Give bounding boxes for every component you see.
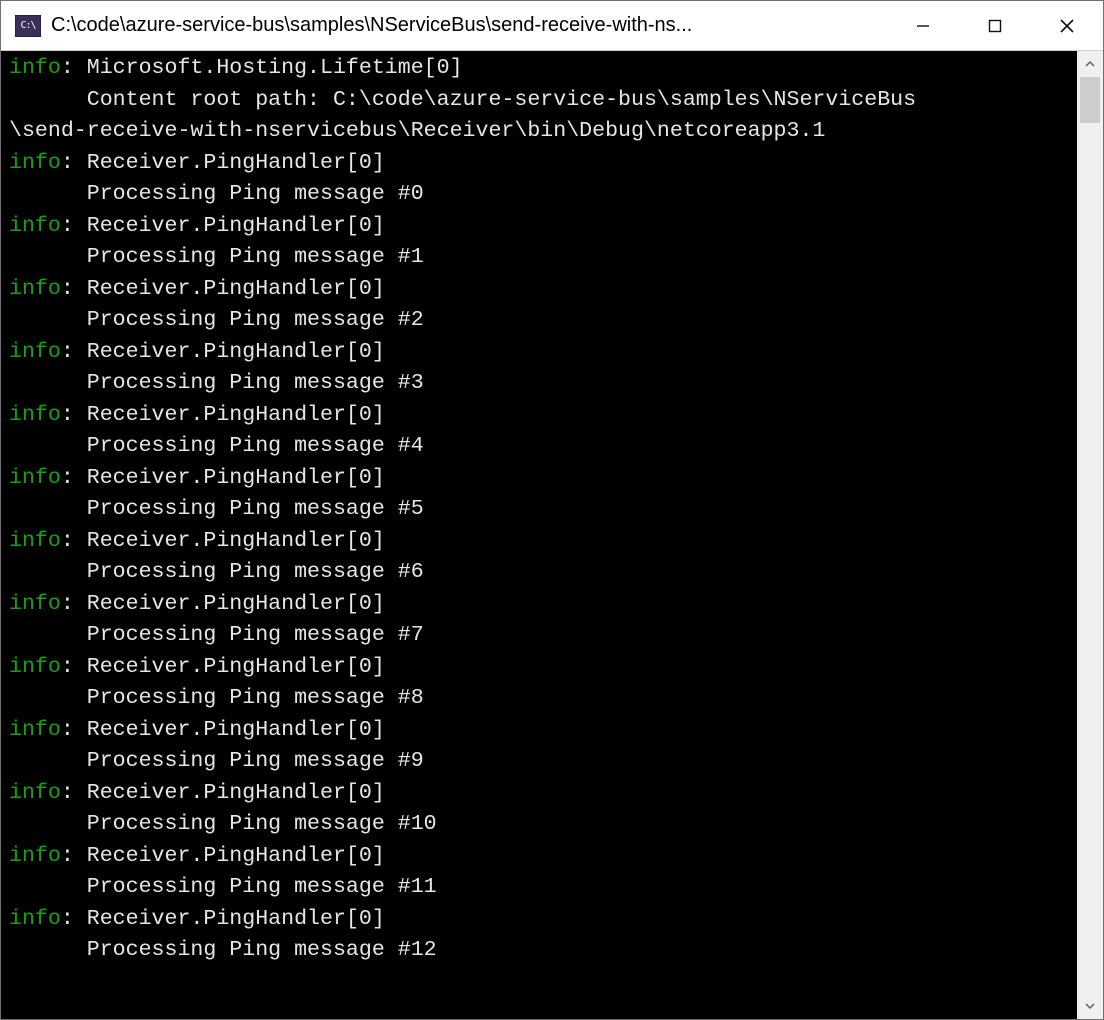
window-title: C:\code\azure-service-bus\samples\NServi… bbox=[51, 14, 887, 37]
log-line: info: Receiver.PingHandler[0] bbox=[9, 652, 1077, 684]
log-level: info bbox=[9, 592, 61, 616]
maximize-icon bbox=[987, 18, 1003, 34]
log-source: : Receiver.PingHandler[0] bbox=[61, 907, 385, 931]
log-line: info: Receiver.PingHandler[0] bbox=[9, 589, 1077, 621]
log-level: info bbox=[9, 718, 61, 742]
log-line: Processing Ping message #5 bbox=[9, 494, 1077, 526]
log-message: Content root path: C:\code\azure-service… bbox=[9, 88, 916, 112]
log-line: info: Receiver.PingHandler[0] bbox=[9, 463, 1077, 495]
log-line: Processing Ping message #11 bbox=[9, 872, 1077, 904]
log-message: Processing Ping message #11 bbox=[9, 875, 437, 899]
log-source: : Receiver.PingHandler[0] bbox=[61, 529, 385, 553]
log-source: : Receiver.PingHandler[0] bbox=[61, 466, 385, 490]
window-controls bbox=[887, 1, 1103, 50]
log-line: Processing Ping message #6 bbox=[9, 557, 1077, 589]
log-line: info: Receiver.PingHandler[0] bbox=[9, 211, 1077, 243]
log-source: : Receiver.PingHandler[0] bbox=[61, 718, 385, 742]
app-icon-label: C:\ bbox=[20, 20, 35, 31]
log-message: Processing Ping message #12 bbox=[9, 938, 437, 962]
log-line: Processing Ping message #9 bbox=[9, 746, 1077, 778]
log-source: : Receiver.PingHandler[0] bbox=[61, 781, 385, 805]
log-message: Processing Ping message #3 bbox=[9, 371, 424, 395]
log-line: info: Receiver.PingHandler[0] bbox=[9, 904, 1077, 936]
log-level: info bbox=[9, 151, 61, 175]
log-level: info bbox=[9, 403, 61, 427]
scroll-up-button[interactable] bbox=[1077, 51, 1103, 77]
log-message: Processing Ping message #1 bbox=[9, 245, 424, 269]
log-message: Processing Ping message #5 bbox=[9, 497, 424, 521]
log-level: info bbox=[9, 907, 61, 931]
log-line: Processing Ping message #7 bbox=[9, 620, 1077, 652]
log-line: Content root path: C:\code\azure-service… bbox=[9, 85, 1077, 117]
log-level: info bbox=[9, 56, 61, 80]
log-line: Processing Ping message #8 bbox=[9, 683, 1077, 715]
log-source: : Receiver.PingHandler[0] bbox=[61, 844, 385, 868]
log-line: info: Receiver.PingHandler[0] bbox=[9, 148, 1077, 180]
log-message: Processing Ping message #10 bbox=[9, 812, 437, 836]
terminal-output[interactable]: info: Microsoft.Hosting.Lifetime[0] Cont… bbox=[1, 51, 1077, 1019]
log-level: info bbox=[9, 781, 61, 805]
scroll-track[interactable] bbox=[1077, 77, 1103, 993]
log-line: Processing Ping message #3 bbox=[9, 368, 1077, 400]
log-level: info bbox=[9, 277, 61, 301]
log-line: Processing Ping message #10 bbox=[9, 809, 1077, 841]
log-message: Processing Ping message #4 bbox=[9, 434, 424, 458]
log-line: Processing Ping message #4 bbox=[9, 431, 1077, 463]
chevron-up-icon bbox=[1084, 58, 1096, 70]
log-message: Processing Ping message #8 bbox=[9, 686, 424, 710]
log-line: info: Microsoft.Hosting.Lifetime[0] bbox=[9, 53, 1077, 85]
minimize-button[interactable] bbox=[887, 1, 959, 50]
log-line: info: Receiver.PingHandler[0] bbox=[9, 715, 1077, 747]
log-line: Processing Ping message #12 bbox=[9, 935, 1077, 967]
log-line: info: Receiver.PingHandler[0] bbox=[9, 274, 1077, 306]
log-level: info bbox=[9, 655, 61, 679]
log-line: info: Receiver.PingHandler[0] bbox=[9, 526, 1077, 558]
log-source: : Microsoft.Hosting.Lifetime[0] bbox=[61, 56, 463, 80]
scroll-thumb[interactable] bbox=[1080, 77, 1100, 123]
close-icon bbox=[1058, 17, 1076, 35]
log-source: : Receiver.PingHandler[0] bbox=[61, 151, 385, 175]
log-line: info: Receiver.PingHandler[0] bbox=[9, 400, 1077, 432]
log-level: info bbox=[9, 466, 61, 490]
minimize-icon bbox=[915, 18, 931, 34]
app-icon: C:\ bbox=[15, 15, 41, 37]
log-message: Processing Ping message #6 bbox=[9, 560, 424, 584]
log-source: : Receiver.PingHandler[0] bbox=[61, 592, 385, 616]
maximize-button[interactable] bbox=[959, 1, 1031, 50]
log-source: : Receiver.PingHandler[0] bbox=[61, 340, 385, 364]
log-line: info: Receiver.PingHandler[0] bbox=[9, 841, 1077, 873]
log-message: Processing Ping message #7 bbox=[9, 623, 424, 647]
log-source: : Receiver.PingHandler[0] bbox=[61, 655, 385, 679]
log-line: info: Receiver.PingHandler[0] bbox=[9, 337, 1077, 369]
log-source: : Receiver.PingHandler[0] bbox=[61, 403, 385, 427]
log-source: : Receiver.PingHandler[0] bbox=[61, 277, 385, 301]
log-level: info bbox=[9, 844, 61, 868]
log-source: : Receiver.PingHandler[0] bbox=[61, 214, 385, 238]
log-message: Processing Ping message #0 bbox=[9, 182, 424, 206]
chevron-down-icon bbox=[1084, 1000, 1096, 1012]
log-level: info bbox=[9, 340, 61, 364]
log-level: info bbox=[9, 214, 61, 238]
log-message: \send-receive-with-nservicebus\Receiver\… bbox=[9, 119, 825, 143]
close-button[interactable] bbox=[1031, 1, 1103, 50]
log-line: info: Receiver.PingHandler[0] bbox=[9, 778, 1077, 810]
log-line: Processing Ping message #1 bbox=[9, 242, 1077, 274]
log-message: Processing Ping message #2 bbox=[9, 308, 424, 332]
log-line: Processing Ping message #2 bbox=[9, 305, 1077, 337]
vertical-scrollbar[interactable] bbox=[1077, 51, 1103, 1019]
log-line: Processing Ping message #0 bbox=[9, 179, 1077, 211]
client-area: info: Microsoft.Hosting.Lifetime[0] Cont… bbox=[1, 51, 1103, 1019]
titlebar[interactable]: C:\ C:\code\azure-service-bus\samples\NS… bbox=[1, 1, 1103, 51]
console-window: C:\ C:\code\azure-service-bus\samples\NS… bbox=[0, 0, 1104, 1020]
log-level: info bbox=[9, 529, 61, 553]
log-message: Processing Ping message #9 bbox=[9, 749, 424, 773]
log-line: \send-receive-with-nservicebus\Receiver\… bbox=[9, 116, 1077, 148]
scroll-down-button[interactable] bbox=[1077, 993, 1103, 1019]
